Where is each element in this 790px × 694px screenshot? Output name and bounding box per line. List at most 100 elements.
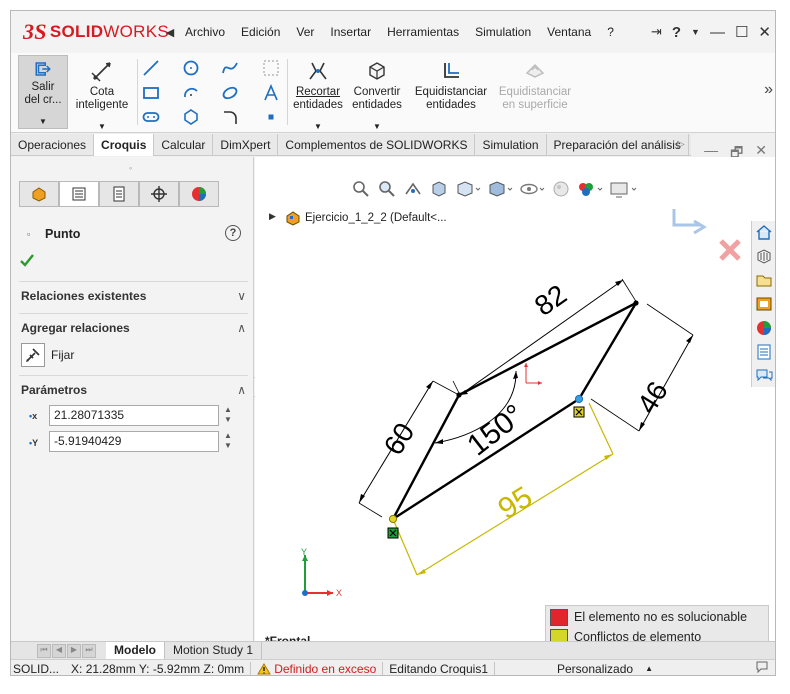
offset-surface-button[interactable]: Equidistanciar en superficie <box>495 55 575 112</box>
fixed-relation-icon-2[interactable] <box>387 527 399 539</box>
smart-dimension-dropdown-icon[interactable]: ▼ <box>98 120 106 133</box>
fillet-tool-icon[interactable] <box>221 108 239 126</box>
tab-simulation[interactable]: Simulation <box>475 134 547 156</box>
ok-check-icon[interactable] <box>19 252 35 268</box>
dimxpert-manager-tab[interactable] <box>139 181 179 207</box>
menu-ventana[interactable]: Ventana <box>539 25 599 39</box>
status-overdefined[interactable]: Definido en exceso <box>251 662 382 675</box>
slot-tool-icon[interactable] <box>142 108 160 126</box>
circle-tool-icon[interactable] <box>182 59 200 77</box>
manager-tabs <box>19 181 219 207</box>
menu-help[interactable]: ? <box>599 25 622 39</box>
dimension-82-label[interactable]: 82 <box>529 279 572 322</box>
exit-sketch-dropdown-icon[interactable]: ▼ <box>39 115 47 128</box>
minimize-button[interactable]: — <box>710 24 725 41</box>
offset-entities-button[interactable]: Equidistanciar entidades <box>411 55 491 112</box>
construction-tool-icon[interactable] <box>262 59 280 77</box>
fixed-relation-icon[interactable] <box>573 406 585 418</box>
tab-operaciones[interactable]: Operaciones <box>11 134 95 156</box>
dimension-60-label[interactable]: 60 <box>378 417 421 460</box>
tab-preparacion[interactable]: Preparación del análisis <box>547 134 689 156</box>
display-manager-tab[interactable] <box>179 181 219 207</box>
solidworks-logo[interactable]: 3S SOLID WORKS <box>11 11 169 53</box>
y-coordinate-field[interactable]: -5.91940429 <box>49 431 219 452</box>
dimension-46[interactable] <box>590 303 694 432</box>
scroll-next-icon[interactable]: ▶ <box>67 643 81 658</box>
dimension-46-label[interactable]: 46 <box>631 376 674 419</box>
property-manager-tab[interactable] <box>59 181 99 207</box>
menu-insertar[interactable]: Insertar <box>322 25 379 39</box>
help-dropdown-icon[interactable]: ▼ <box>691 27 700 37</box>
spline-tool-icon[interactable] <box>221 59 239 77</box>
exit-sketch-button[interactable]: Salir del cr... ▼ <box>18 55 68 129</box>
design-library-icon[interactable] <box>755 247 773 265</box>
panel-grip-icon[interactable]: ◦ <box>129 163 132 173</box>
crosshair-icon <box>151 186 167 202</box>
menu-ver[interactable]: Ver <box>288 25 322 39</box>
conflict-point[interactable] <box>388 514 398 524</box>
menu-herramientas[interactable]: Herramientas <box>379 25 467 39</box>
rectangle-tool-icon[interactable] <box>142 84 160 102</box>
appearances-icon[interactable] <box>755 319 773 337</box>
units-dropdown-icon[interactable]: ▲ <box>639 664 659 673</box>
tab-calcular[interactable]: Calcular <box>154 134 214 156</box>
add-relations-label: Agregar relaciones <box>21 320 130 335</box>
chevron-up-icon: ∧ <box>237 320 246 335</box>
custom-properties-icon[interactable] <box>755 343 773 361</box>
view-palette-icon[interactable] <box>755 295 773 313</box>
tab-croquis[interactable]: Croquis <box>94 134 155 156</box>
ribbon-more-icon[interactable]: » <box>764 81 773 99</box>
tab-complementos[interactable]: Complementos de SOLIDWORKS <box>278 134 476 156</box>
tab-motion-study-1[interactable]: Motion Study 1 <box>165 642 263 659</box>
menu-expand-arrow[interactable]: ◀ <box>163 26 177 39</box>
fix-relation-button[interactable] <box>21 343 45 367</box>
y-spinner[interactable]: ▲ ▼ <box>223 431 233 452</box>
tabs-scroll-icon[interactable]: ▷ <box>677 139 685 150</box>
pin-icon[interactable]: ⇥ <box>651 24 662 40</box>
configuration-manager-tab[interactable] <box>99 181 139 207</box>
home-icon[interactable] <box>755 223 773 241</box>
graphics-area[interactable]: ▶ Ejercicio_1_2_2 (Default<... 82 60 46 … <box>255 157 775 649</box>
feature-manager-tab[interactable] <box>19 181 59 207</box>
selected-point[interactable] <box>574 394 584 404</box>
menu-archivo[interactable]: Archivo <box>177 25 233 39</box>
trim-label-1: Recortar <box>295 86 341 98</box>
help-button[interactable]: ? <box>672 24 681 41</box>
quick-tips-icon[interactable] <box>749 660 775 675</box>
forum-icon[interactable] <box>755 367 773 385</box>
line-tool-icon[interactable] <box>142 59 160 77</box>
status-units[interactable]: Personalizado <box>551 662 639 676</box>
file-explorer-icon[interactable] <box>755 271 773 289</box>
polygon-tool-icon[interactable] <box>182 108 200 126</box>
menu-edicion[interactable]: Edición <box>233 25 288 39</box>
x-coordinate-field[interactable]: 21.28071335 <box>49 405 219 426</box>
tab-modelo[interactable]: Modelo <box>106 642 165 659</box>
scroll-last-icon[interactable]: ⏭ <box>82 643 96 658</box>
sketch-point-top-right[interactable] <box>633 300 639 306</box>
point-tool-icon[interactable] <box>262 108 280 126</box>
close-button[interactable]: ✕ <box>758 23 771 41</box>
trim-entities-button[interactable]: Recortar entidades ▼ <box>291 55 345 133</box>
sketch-point-corner[interactable] <box>456 392 462 398</box>
text-tool-icon[interactable] <box>262 84 280 102</box>
parameters-section[interactable]: Parámetros ∧ <box>19 375 248 403</box>
maximize-button[interactable]: ☐ <box>735 23 748 41</box>
convert-entities-button[interactable]: Convertir entidades ▼ <box>349 55 405 133</box>
trim-dropdown-icon[interactable]: ▼ <box>314 120 322 133</box>
convert-dropdown-icon[interactable]: ▼ <box>373 120 381 133</box>
tab-dimxpert[interactable]: DimXpert <box>213 134 279 156</box>
x-spinner[interactable]: ▲ ▼ <box>223 405 233 426</box>
scroll-prev-icon[interactable]: ◀ <box>52 643 66 658</box>
dimension-95-label[interactable]: 95 <box>492 480 538 526</box>
arc-tool-icon[interactable] <box>182 84 200 102</box>
add-relations-section[interactable]: Agregar relaciones ∧ <box>19 313 248 341</box>
menu-simulation[interactable]: Simulation <box>467 25 539 39</box>
scroll-first-icon[interactable]: ⏮ <box>37 643 51 658</box>
property-list-icon <box>72 187 86 201</box>
help-icon[interactable]: ? <box>225 225 241 241</box>
ellipse-tool-icon[interactable] <box>221 84 239 102</box>
sketch-canvas[interactable]: 82 60 46 150° 95 Y X <box>255 157 751 641</box>
existing-relations-section[interactable]: Relaciones existentes ∨ <box>19 281 248 309</box>
smart-dimension-button[interactable]: Cota inteligente ▼ <box>72 55 132 133</box>
triad-x-label: X <box>336 588 342 598</box>
